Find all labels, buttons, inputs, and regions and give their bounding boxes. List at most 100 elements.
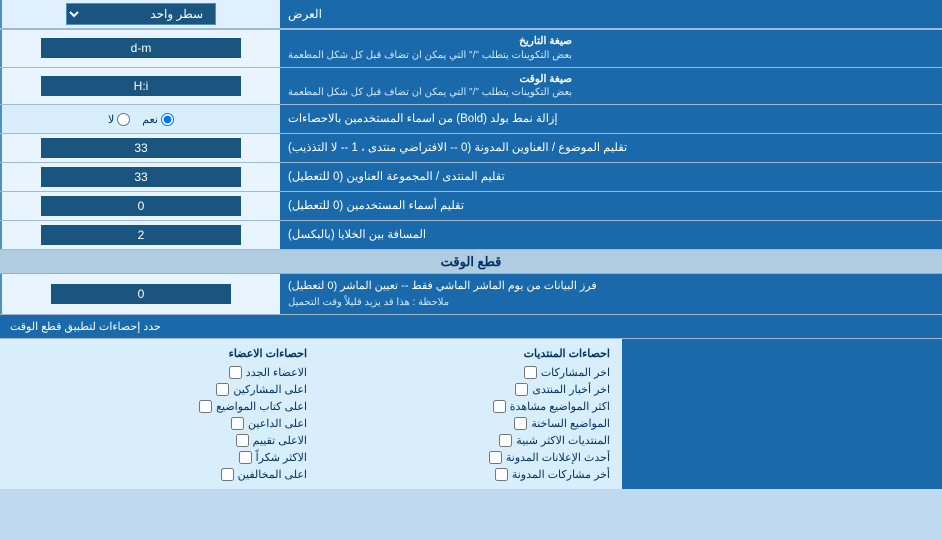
cell-spacing-label: المسافة بين الخلايا (بالبكسل) — [280, 221, 942, 249]
topic-titles-label: تقليم الموضوع / العناوين المدونة (0 -- ا… — [280, 134, 942, 162]
members-stats-col: احصاءات الاعضاء الاعضاء الجدد اعلى المشا… — [8, 343, 311, 485]
time-format-main-label: صيغة الوقت — [288, 72, 572, 87]
checkbox-hot-topics[interactable] — [514, 417, 527, 430]
checkbox-item-last-posts: اخر المشاركات — [315, 366, 610, 379]
checkbox-item-top-inviters: اعلى الداعين — [12, 417, 307, 430]
forum-stats-col: احصاءات المنتديات اخر المشاركات اخر أخبا… — [311, 343, 614, 485]
stats-apply-label-text: حدد إحصاءات لتطبيق قطع الوقت — [10, 320, 161, 333]
checkbox-last-posts[interactable] — [524, 366, 537, 379]
checkbox-new-members[interactable] — [229, 366, 242, 379]
bold-remove-yes-radio[interactable] — [161, 113, 174, 126]
forum-titles-row: تقليم المنتدى / المجموعة العناوين (0 للت… — [0, 163, 942, 192]
time-cut-sub-label: ملاحظة : هذا قد يزيد قليلاً وقت التحميل — [288, 295, 449, 310]
checkbox-item-top-rated: الاعلى تقييم — [12, 434, 307, 447]
bold-remove-no-radio[interactable] — [117, 113, 130, 126]
header-row: العرض سطر واحد سطرين ثلاثة أسطر — [0, 0, 942, 30]
date-format-row: صيغة التاريخ بعض التكوينات يتطلب "/" الت… — [0, 30, 942, 68]
time-format-input-cell — [0, 68, 280, 105]
checkbox-blog-posts[interactable] — [495, 468, 508, 481]
checkbox-most-thanks-label: الاكثر شكراً — [256, 451, 307, 464]
stats-side-label — [622, 339, 942, 489]
usernames-row: تقليم أسماء المستخدمين (0 للتعطيل) — [0, 192, 942, 221]
checkbox-top-violators-label: اعلى المخالفين — [238, 468, 307, 481]
members-stats-header: احصاءات الاعضاء — [12, 347, 307, 360]
cell-spacing-input[interactable] — [41, 225, 241, 245]
checkbox-item-blog-posts: أخر مشاركات المدونة — [315, 468, 610, 481]
checkbox-last-posts-label: اخر المشاركات — [541, 366, 610, 379]
time-cut-input[interactable] — [51, 284, 231, 304]
checkbox-item-most-viewed: اكثر المواضيع مشاهدة — [315, 400, 610, 413]
header-label: العرض — [280, 0, 942, 28]
main-container: العرض سطر واحد سطرين ثلاثة أسطر صيغة الت… — [0, 0, 942, 489]
stats-checkboxes-container: احصاءات المنتديات اخر المشاركات اخر أخبا… — [0, 339, 622, 489]
checkbox-top-writers-label: اعلى كتاب المواضيع — [216, 400, 307, 413]
checkbox-item-new-members: الاعضاء الجدد — [12, 366, 307, 379]
cell-spacing-row: المسافة بين الخلايا (بالبكسل) — [0, 221, 942, 250]
topic-titles-input-cell — [0, 134, 280, 162]
time-cut-row: فرز البيانات من يوم الماشر الماشي فقط --… — [0, 274, 942, 315]
usernames-input-cell — [0, 192, 280, 220]
header-select-area: سطر واحد سطرين ثلاثة أسطر — [0, 0, 280, 28]
checkbox-top-writers[interactable] — [199, 400, 212, 413]
stats-apply-label-row: حدد إحصاءات لتطبيق قطع الوقت — [0, 315, 942, 339]
date-format-input-cell — [0, 30, 280, 67]
checkbox-top-rated-label: الاعلى تقييم — [253, 434, 307, 447]
time-cut-section-header: قطع الوقت — [0, 250, 942, 274]
checkbox-new-members-label: الاعضاء الجدد — [246, 366, 307, 379]
bold-remove-radio-cell: نعم لا — [0, 105, 280, 133]
checkbox-top-posters[interactable] — [216, 383, 229, 396]
usernames-label: تقليم أسماء المستخدمين (0 للتعطيل) — [280, 192, 942, 220]
checkbox-top-rated[interactable] — [236, 434, 249, 447]
checkbox-most-viewed-label: اكثر المواضيع مشاهدة — [510, 400, 610, 413]
checkbox-item-top-posters: اعلى المشاركين — [12, 383, 307, 396]
checkbox-latest-announcements[interactable] — [489, 451, 502, 464]
forum-titles-input-cell — [0, 163, 280, 191]
topic-titles-label-text: تقليم الموضوع / العناوين المدونة (0 -- ا… — [288, 140, 627, 156]
time-cut-section-title: قطع الوقت — [441, 254, 502, 270]
checkbox-top-violators[interactable] — [221, 468, 234, 481]
checkbox-similar-forums[interactable] — [499, 434, 512, 447]
usernames-label-text: تقليم أسماء المستخدمين (0 للتعطيل) — [288, 198, 464, 214]
topic-titles-input[interactable] — [41, 138, 241, 158]
time-cut-input-cell — [0, 274, 280, 314]
time-cut-main-label: فرز البيانات من يوم الماشر الماشي فقط --… — [288, 278, 597, 295]
stats-section: احصاءات المنتديات اخر المشاركات اخر أخبا… — [0, 339, 942, 489]
bold-remove-label-text: إزالة نمط بولد (Bold) من اسماء المستخدمي… — [288, 111, 558, 127]
checkbox-item-top-violators: اعلى المخالفين — [12, 468, 307, 481]
checkbox-item-similar-forums: المنتديات الاكثر شبية — [315, 434, 610, 447]
radio-yes-label: نعم — [142, 113, 174, 126]
checkbox-top-inviters-label: اعلى الداعين — [248, 417, 307, 430]
checkbox-item-latest-announcements: أحدث الإعلانات المدونة — [315, 451, 610, 464]
checkbox-hot-topics-label: المواضيع الساخنة — [531, 417, 610, 430]
checkbox-top-inviters[interactable] — [231, 417, 244, 430]
cell-spacing-label-text: المسافة بين الخلايا (بالبكسل) — [288, 227, 426, 243]
checkbox-forum-news-label: اخر أخبار المنتدى — [532, 383, 610, 396]
time-format-row: صيغة الوقت بعض التكوينات يتطلب "/" التي … — [0, 68, 942, 106]
forum-stats-header: احصاءات المنتديات — [315, 347, 610, 360]
forum-titles-label: تقليم المنتدى / المجموعة العناوين (0 للت… — [280, 163, 942, 191]
time-format-sub-label: بعض التكوينات يتطلب "/" التي يمكن ان تضا… — [288, 86, 572, 100]
forum-titles-label-text: تقليم المنتدى / المجموعة العناوين (0 للت… — [288, 169, 505, 185]
checkbox-forum-news[interactable] — [515, 383, 528, 396]
time-format-input[interactable] — [41, 76, 241, 96]
bold-remove-row: إزالة نمط بولد (Bold) من اسماء المستخدمي… — [0, 105, 942, 134]
time-cut-label: فرز البيانات من يوم الماشر الماشي فقط --… — [280, 274, 942, 314]
usernames-input[interactable] — [41, 196, 241, 216]
cell-spacing-input-cell — [0, 221, 280, 249]
checkbox-latest-announcements-label: أحدث الإعلانات المدونة — [506, 451, 610, 464]
forum-titles-input[interactable] — [41, 167, 241, 187]
date-format-label: صيغة التاريخ بعض التكوينات يتطلب "/" الت… — [280, 30, 942, 67]
bold-remove-label: إزالة نمط بولد (Bold) من اسماء المستخدمي… — [280, 105, 942, 133]
radio-no-label: لا — [108, 113, 130, 126]
date-format-input[interactable] — [41, 38, 241, 58]
topic-titles-row: تقليم الموضوع / العناوين المدونة (0 -- ا… — [0, 134, 942, 163]
display-select[interactable]: سطر واحد سطرين ثلاثة أسطر — [66, 3, 216, 25]
checkbox-similar-forums-label: المنتديات الاكثر شبية — [516, 434, 610, 447]
checkbox-most-thanks[interactable] — [239, 451, 252, 464]
radio-no-text: لا — [108, 113, 114, 126]
checkbox-most-viewed[interactable] — [493, 400, 506, 413]
checkbox-item-top-writers: اعلى كتاب المواضيع — [12, 400, 307, 413]
date-format-main-label: صيغة التاريخ — [288, 34, 572, 49]
checkbox-top-posters-label: اعلى المشاركين — [233, 383, 307, 396]
checkbox-item-most-thanks: الاكثر شكراً — [12, 451, 307, 464]
